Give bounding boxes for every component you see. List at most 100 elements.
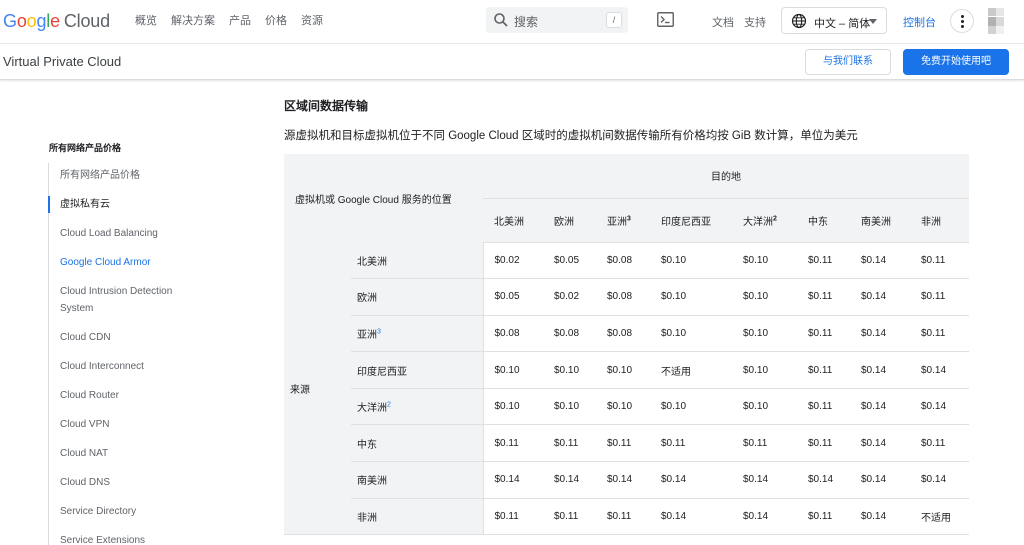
nav-link-products[interactable]: 产品 <box>229 14 251 28</box>
source-region-cell: 印度尼西亚 <box>351 351 484 389</box>
source-region-label: 南美洲 <box>357 476 387 488</box>
price-cell: $0.10 <box>543 388 596 426</box>
destination-header: 目的地 <box>483 154 969 199</box>
sidebar-item[interactable]: Cloud Intrusion Detection System <box>49 283 179 317</box>
price-cell: $0.10 <box>483 351 543 389</box>
price-cell: $0.11 <box>910 424 969 463</box>
price-cell: $0.11 <box>797 498 850 536</box>
sidebar-item[interactable]: Cloud NAT <box>49 445 209 462</box>
price-cell: $0.08 <box>596 315 650 353</box>
price-cell: $0.08 <box>596 278 650 316</box>
logo-cloud-text: Cloud <box>63 11 110 31</box>
chevron-down-icon <box>869 19 877 24</box>
nav-link-solutions[interactable]: 解决方案 <box>171 14 215 28</box>
nav-link-resources[interactable]: 资源 <box>301 14 323 28</box>
price-cell: $0.11 <box>596 498 650 536</box>
pricing-table: 虚拟机或 Google Cloud 服务的位置 目的地 北美洲 欧洲 亚洲3 印度尼西… <box>284 154 969 536</box>
price-cell: 不适用 <box>910 498 969 536</box>
sidebar-item[interactable]: Cloud Router <box>49 387 209 404</box>
price-cell: $0.10 <box>732 351 797 389</box>
price-cell: $0.11 <box>483 424 543 463</box>
sidebar-item[interactable]: Cloud VPN <box>49 416 209 433</box>
price-cell: $0.10 <box>650 242 732 280</box>
price-cell: $0.05 <box>543 242 596 280</box>
source-region-cell: 欧洲 <box>351 278 484 316</box>
destination-column-label: 亚洲 <box>607 216 627 228</box>
price-cell: $0.08 <box>483 315 543 353</box>
destination-column-header: 印度尼西亚 <box>650 198 732 243</box>
nav-link-overview[interactable]: 概览 <box>135 14 157 28</box>
search-icon <box>494 13 508 27</box>
source-region-label: 北美洲 <box>357 256 387 268</box>
cloud-shell-icon[interactable] <box>657 12 674 27</box>
price-cell: $0.10 <box>543 351 596 389</box>
sidebar-heading: 所有网络产品价格 <box>49 143 122 153</box>
footnote-link[interactable]: 3 <box>377 329 381 336</box>
support-link[interactable]: 支持 <box>744 14 766 30</box>
price-cell: $0.11 <box>543 424 596 463</box>
sidebar-item[interactable]: Cloud DNS <box>49 474 209 491</box>
source-region-label: 印度尼西亚 <box>357 366 407 378</box>
sidebar-item[interactable]: Service Extensions <box>49 532 209 545</box>
price-cell: $0.02 <box>543 278 596 316</box>
destination-column-label: 欧洲 <box>554 216 574 228</box>
language-selector[interactable]: 中文 – 简体 <box>781 7 887 34</box>
footnote-marker[interactable]: 3 <box>627 215 631 222</box>
price-cell: $0.11 <box>483 498 543 536</box>
destination-column-label: 印度尼西亚 <box>661 216 711 228</box>
price-cell: $0.14 <box>850 498 910 536</box>
nav-link-pricing[interactable]: 价格 <box>265 14 287 28</box>
source-region-label: 中东 <box>357 439 377 451</box>
destination-column-header: 南美洲 <box>850 198 910 243</box>
console-link[interactable]: 控制台 <box>903 14 936 30</box>
section-title: 区域间数据传输 <box>284 99 369 113</box>
table-row: 欧洲 $0.05 $0.02 $0.08 $0.10 $0.10 $0.11 $0.14 $0.… <box>284 278 969 316</box>
contact-us-button[interactable]: 与我们联系 <box>805 49 891 75</box>
table-row: 中东 $0.11 $0.11 $0.11 $0.11 $0.11 $0.11 $0.14 $0.… <box>284 424 969 463</box>
price-cell: $0.14 <box>732 498 797 536</box>
sidebar-item[interactable]: Service Directory <box>49 503 209 520</box>
sidebar-item[interactable]: 所有网络产品价格 <box>49 167 209 184</box>
product-title[interactable]: Virtual Private Cloud <box>3 54 121 69</box>
table-row: 来源 北美洲 $0.02 $0.05 $0.08 $0.10 $0.10 $0.11 $0.14… <box>284 242 969 536</box>
source-region-cell: 南美洲 <box>351 461 484 499</box>
price-cell: $0.10 <box>732 388 797 426</box>
price-cell: $0.14 <box>910 388 969 426</box>
sidebar-item[interactable]: Cloud Interconnect <box>49 358 209 375</box>
google-cloud-logo[interactable]: Google Cloud <box>3 10 110 32</box>
sidebar-item[interactable]: Google Cloud Armor <box>49 254 209 271</box>
sidebar-item[interactable]: 虚拟私有云 <box>48 196 209 213</box>
price-cell: $0.14 <box>732 461 797 499</box>
price-cell: $0.11 <box>732 424 797 463</box>
price-cell: $0.14 <box>650 498 732 536</box>
price-cell: $0.10 <box>650 278 732 316</box>
source-region-cell: 大洋洲2 <box>351 388 484 426</box>
more-options-icon[interactable] <box>950 9 974 33</box>
price-cell: $0.11 <box>797 388 850 426</box>
logo-google-text: Google <box>3 11 60 31</box>
destination-column-label: 南美洲 <box>861 216 891 228</box>
source-region-label: 亚洲 <box>357 329 377 341</box>
footnote-marker[interactable]: 2 <box>773 215 777 222</box>
sidebar-item[interactable]: Cloud CDN <box>49 329 209 346</box>
pricing-table-body: 来源 北美洲 $0.02 $0.05 $0.08 $0.10 $0.10 $0.11 $0.14… <box>284 242 969 536</box>
source-region-cell: 中东 <box>351 424 484 463</box>
avatar[interactable] <box>988 8 1010 34</box>
sidebar-item[interactable]: Cloud Load Balancing <box>49 225 209 242</box>
search-input[interactable]: 搜索 / <box>486 7 628 33</box>
table-row: 印度尼西亚 $0.10 $0.10 $0.10 不适用 $0.10 $0.11 $0.14 $0… <box>284 351 969 389</box>
destination-column-header: 亚洲3 <box>596 198 650 243</box>
docs-link[interactable]: 文档 <box>712 14 734 30</box>
price-cell: $0.14 <box>850 278 910 316</box>
destination-column-label: 非洲 <box>921 216 941 228</box>
destination-column-label: 中东 <box>808 216 828 228</box>
destination-column-label: 大洋洲 <box>743 216 773 228</box>
price-cell: 不适用 <box>650 351 732 389</box>
free-trial-button[interactable]: 免费开始使用吧 <box>903 49 1009 75</box>
footnote-link[interactable]: 2 <box>387 402 391 409</box>
section-description: 源虚拟机和目标虚拟机位于不同 Google Cloud 区域时的虚拟机间数据传输… <box>284 130 858 142</box>
product-subheader: Virtual Private Cloud 与我们联系 免费开始使用吧 <box>0 44 1024 80</box>
price-cell: $0.11 <box>910 278 969 316</box>
price-cell: $0.14 <box>483 461 543 499</box>
source-region-label: 大洋洲 <box>357 403 387 415</box>
